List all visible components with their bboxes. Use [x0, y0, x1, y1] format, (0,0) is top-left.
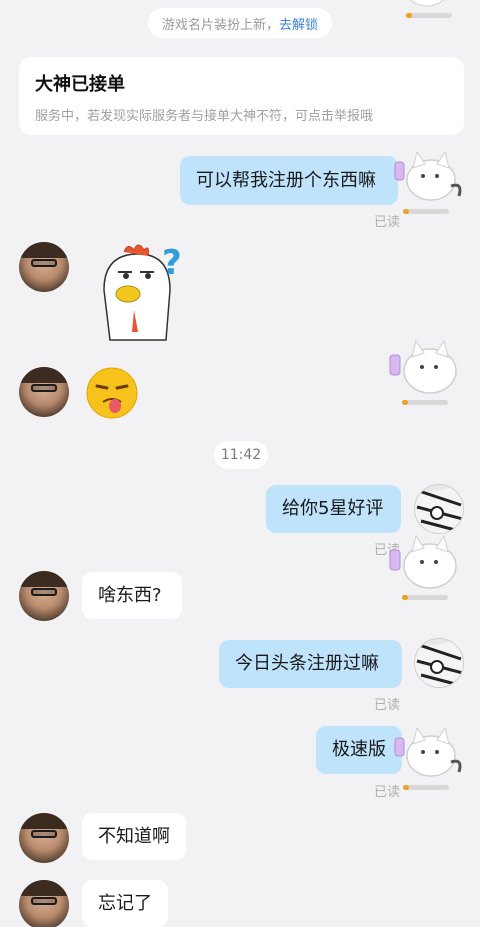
- avatar-anime[interactable]: [414, 638, 464, 688]
- message-bubble-mine[interactable]: 给你5星好评: [266, 485, 401, 533]
- message-text: 极速版: [332, 739, 386, 760]
- message-bubble-theirs[interactable]: 不知道啊: [82, 813, 186, 860]
- message-text: 不知道啊: [98, 825, 170, 847]
- message-bubble-mine[interactable]: 可以帮我注册个东西嘛: [180, 156, 398, 205]
- chicken-thinking-sticker[interactable]: ?: [94, 240, 190, 350]
- avatar-girl[interactable]: [19, 242, 69, 292]
- avatar-girl[interactable]: [19, 813, 69, 863]
- read-receipt: 已读: [374, 785, 401, 800]
- message-bubble-mine[interactable]: 今日头条注册过嘛: [219, 640, 402, 688]
- message-bubble-theirs[interactable]: 忘记了: [82, 880, 168, 927]
- avatar-girl[interactable]: [19, 571, 69, 621]
- cat-avatar[interactable]: [393, 146, 462, 214]
- read-receipt: 已读: [374, 215, 401, 230]
- cat-sticker[interactable]: [388, 532, 464, 600]
- avatar-anime[interactable]: [414, 484, 464, 534]
- unlock-link[interactable]: 去解锁: [279, 14, 318, 33]
- tongue-emoji-sticker[interactable]: [85, 366, 139, 420]
- message-bubble-theirs[interactable]: 啥东西?: [82, 572, 182, 619]
- cat-sticker[interactable]: [388, 337, 464, 405]
- message-text: 可以帮我注册个东西嘛: [196, 169, 376, 191]
- avatar-girl[interactable]: [19, 880, 69, 927]
- card-description: 服务中，若发现实际服务者与接单大神不符，可点击举报哦: [35, 109, 374, 124]
- cat-avatar[interactable]: [393, 722, 462, 790]
- message-bubble-mine[interactable]: 极速版: [316, 726, 402, 774]
- system-notice: 游戏名片装扮上新， 去解锁: [148, 8, 332, 38]
- order-status-card[interactable]: 大神已接单 服务中，若发现实际服务者与接单大神不符，可点击举报哦: [19, 57, 464, 135]
- cat-avatar[interactable]: [396, 0, 458, 18]
- svg-text:?: ?: [162, 243, 182, 283]
- timestamp-pill: 11:42: [214, 441, 268, 469]
- system-notice-text: 游戏名片装扮上新，: [161, 17, 279, 33]
- card-title: 大神已接单: [35, 74, 125, 95]
- message-text: 忘记了: [98, 892, 152, 914]
- avatar-girl[interactable]: [19, 367, 69, 417]
- message-text: 今日头条注册过嘛: [235, 653, 379, 674]
- message-text: 给你5星好评: [282, 498, 384, 519]
- message-text: 啥东西?: [98, 584, 162, 606]
- read-receipt: 已读: [374, 698, 401, 713]
